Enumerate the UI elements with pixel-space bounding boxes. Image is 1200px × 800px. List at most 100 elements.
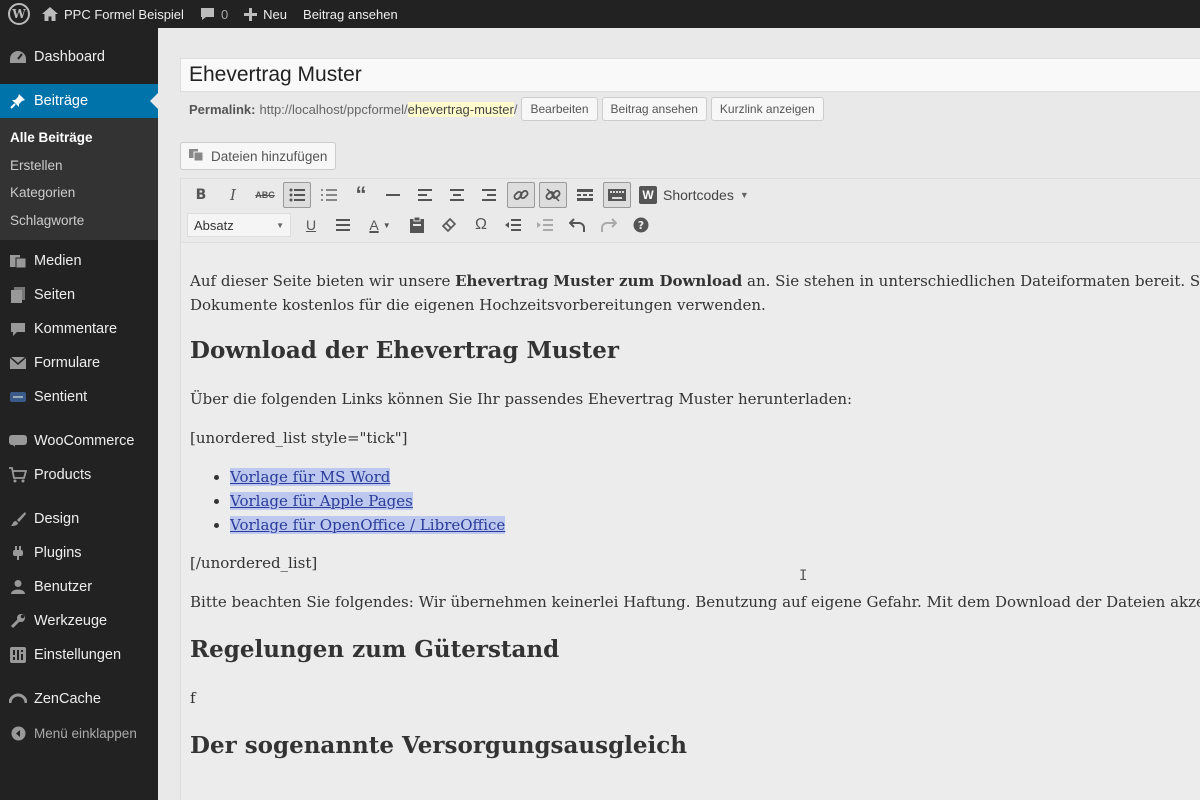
submenu-label: Kategorien xyxy=(10,185,76,201)
sidebar-item-media[interactable]: Medien xyxy=(0,244,158,278)
omega-icon: Ω xyxy=(475,216,487,233)
sidebar-item-comments[interactable]: Kommentare xyxy=(0,312,158,346)
submenu-item-tags[interactable]: Schlagworte xyxy=(0,207,158,235)
sidebar-item-products[interactable]: Products xyxy=(0,458,158,492)
wordpress-logo-icon[interactable]: W xyxy=(8,3,30,25)
sidebar-item-woocommerce[interactable]: WooCommerce xyxy=(0,424,158,458)
sidebar-item-settings[interactable]: Einstellungen xyxy=(0,638,158,672)
align-left-button[interactable] xyxy=(411,182,439,208)
text-color-button[interactable]: A ▼ xyxy=(361,212,399,238)
comments-link[interactable]: 0 xyxy=(192,0,236,28)
sidebar-item-users[interactable]: Benutzer xyxy=(0,570,158,604)
underline-button[interactable]: U xyxy=(297,212,325,238)
pages-icon xyxy=(8,285,28,305)
bold-button[interactable]: B xyxy=(187,182,215,208)
sidebar-item-plugins[interactable]: Plugins xyxy=(0,536,158,570)
links-intro-paragraph: Über die folgenden Links können Sie Ihr … xyxy=(190,390,853,408)
help-button[interactable]: ? xyxy=(627,212,655,238)
site-name-link[interactable]: PPC Formel Beispiel xyxy=(34,0,192,28)
caret-down-icon: ▼ xyxy=(276,220,284,230)
sidebar-item-label: Design xyxy=(34,511,80,527)
format-select[interactable]: Absatz ▼ xyxy=(187,213,291,237)
remove-link-button[interactable] xyxy=(539,182,567,208)
justify-icon xyxy=(336,219,350,231)
sidebar-item-label: Products xyxy=(34,467,92,483)
sidebar-item-label: Formulare xyxy=(34,355,101,371)
shortcodes-label: Shortcodes xyxy=(663,187,734,203)
editor-toolbar: B I ABC “ W Shortcodes ▼ Absatz ▼ U A ▼ … xyxy=(180,178,1200,242)
text-color-icon: A xyxy=(369,217,379,233)
edit-permalink-button[interactable]: Bearbeiten xyxy=(521,97,598,121)
download-link-list: Vorlage für MS Word Vorlage für Apple Pa… xyxy=(230,465,1200,537)
bold-icon: B xyxy=(195,187,207,203)
view-post-link[interactable]: Beitrag ansehen xyxy=(295,0,406,28)
sidebar-item-beitraege[interactable]: Beiträge xyxy=(0,84,158,118)
sidebar-item-design[interactable]: Design xyxy=(0,502,158,536)
sidebar-item-label: Sentient xyxy=(34,389,88,405)
sidebar-item-forms[interactable]: Formulare xyxy=(0,346,158,380)
openoffice-template-link[interactable]: Vorlage für OpenOffice / LibreOffice xyxy=(230,516,506,534)
align-center-button[interactable] xyxy=(443,182,471,208)
submenu-item-all-posts[interactable]: Alle Beiträge xyxy=(0,124,158,152)
shortcodes-dropdown[interactable]: W Shortcodes ▼ xyxy=(639,186,749,204)
redo-icon xyxy=(601,218,617,232)
submenu-item-create[interactable]: Erstellen xyxy=(0,152,158,180)
toolbar-toggle-button[interactable] xyxy=(603,182,631,208)
collapse-menu-button[interactable]: Menü einklappen xyxy=(0,716,158,750)
justify-button[interactable] xyxy=(329,212,357,238)
blockquote-button[interactable]: “ xyxy=(347,182,375,208)
link-icon xyxy=(513,190,529,200)
underline-icon: U xyxy=(305,217,317,233)
sidebar-item-tools[interactable]: Werkzeuge xyxy=(0,604,158,638)
add-media-icon xyxy=(189,148,205,165)
editor-body[interactable]: Auf dieser Seite bieten wir unsere Eheve… xyxy=(180,242,1200,800)
undo-button[interactable] xyxy=(563,212,591,238)
pin-icon xyxy=(8,91,28,111)
intro-paragraph: Auf dieser Seite bieten wir unsere Eheve… xyxy=(190,269,1200,317)
sentient-icon xyxy=(8,387,28,407)
caret-down-icon: ▼ xyxy=(739,190,749,200)
view-post-button[interactable]: Beitrag ansehen xyxy=(601,97,707,121)
woocommerce-icon xyxy=(8,431,28,451)
get-shortlink-button[interactable]: Kurzlink anzeigen xyxy=(710,97,824,121)
read-more-button[interactable] xyxy=(571,182,599,208)
disclaimer-paragraph: Bitte beachten Sie folgendes: Wir überne… xyxy=(190,593,1200,611)
add-media-button[interactable]: Dateien hinzufügen xyxy=(180,142,337,170)
clear-formatting-button[interactable] xyxy=(435,212,463,238)
submenu-label: Alle Beiträge xyxy=(10,130,93,146)
redo-button[interactable] xyxy=(595,212,623,238)
text-cursor-icon: I xyxy=(799,568,808,584)
settings-icon xyxy=(8,645,28,665)
sidebar-item-dashboard[interactable]: Dashboard xyxy=(0,40,158,74)
sidebar-item-sentient[interactable]: Sentient xyxy=(0,380,158,414)
align-right-icon xyxy=(482,189,496,201)
new-content-link[interactable]: Neu xyxy=(236,0,295,28)
insert-link-button[interactable] xyxy=(507,182,535,208)
italic-button[interactable]: I xyxy=(219,182,247,208)
submenu-item-categories[interactable]: Kategorien xyxy=(0,179,158,207)
indent-button[interactable] xyxy=(531,212,559,238)
site-name: PPC Formel Beispiel xyxy=(64,6,184,22)
align-right-button[interactable] xyxy=(475,182,503,208)
word-template-link[interactable]: Vorlage für MS Word xyxy=(230,468,391,486)
numbered-list-button[interactable] xyxy=(315,182,343,208)
paste-as-text-button[interactable] xyxy=(403,212,431,238)
post-title-input[interactable]: Ehevertrag Muster xyxy=(180,58,1200,92)
horizontal-line-button[interactable] xyxy=(379,182,407,208)
list-item: Vorlage für OpenOffice / LibreOffice xyxy=(230,513,1200,537)
undo-icon xyxy=(569,218,585,232)
outdent-button[interactable] xyxy=(499,212,527,238)
sidebar-item-zencache[interactable]: ZenCache xyxy=(0,682,158,716)
sidebar-item-label: Kommentare xyxy=(34,321,118,337)
permalink-row: Permalink: http://localhost/ppcformel/eh… xyxy=(189,96,824,122)
mail-icon xyxy=(8,353,28,373)
sidebar-item-label: Werkzeuge xyxy=(34,613,108,629)
strikethrough-button[interactable]: ABC xyxy=(251,182,279,208)
permalink-label: Permalink: xyxy=(189,101,256,117)
bullet-list-button[interactable] xyxy=(283,182,311,208)
bullet-list-icon xyxy=(289,188,305,202)
special-character-button[interactable]: Ω xyxy=(467,212,495,238)
sidebar-item-pages[interactable]: Seiten xyxy=(0,278,158,312)
permalink-slug[interactable]: ehevertrag-muster xyxy=(407,101,514,117)
pages-template-link[interactable]: Vorlage für Apple Pages xyxy=(230,492,413,510)
